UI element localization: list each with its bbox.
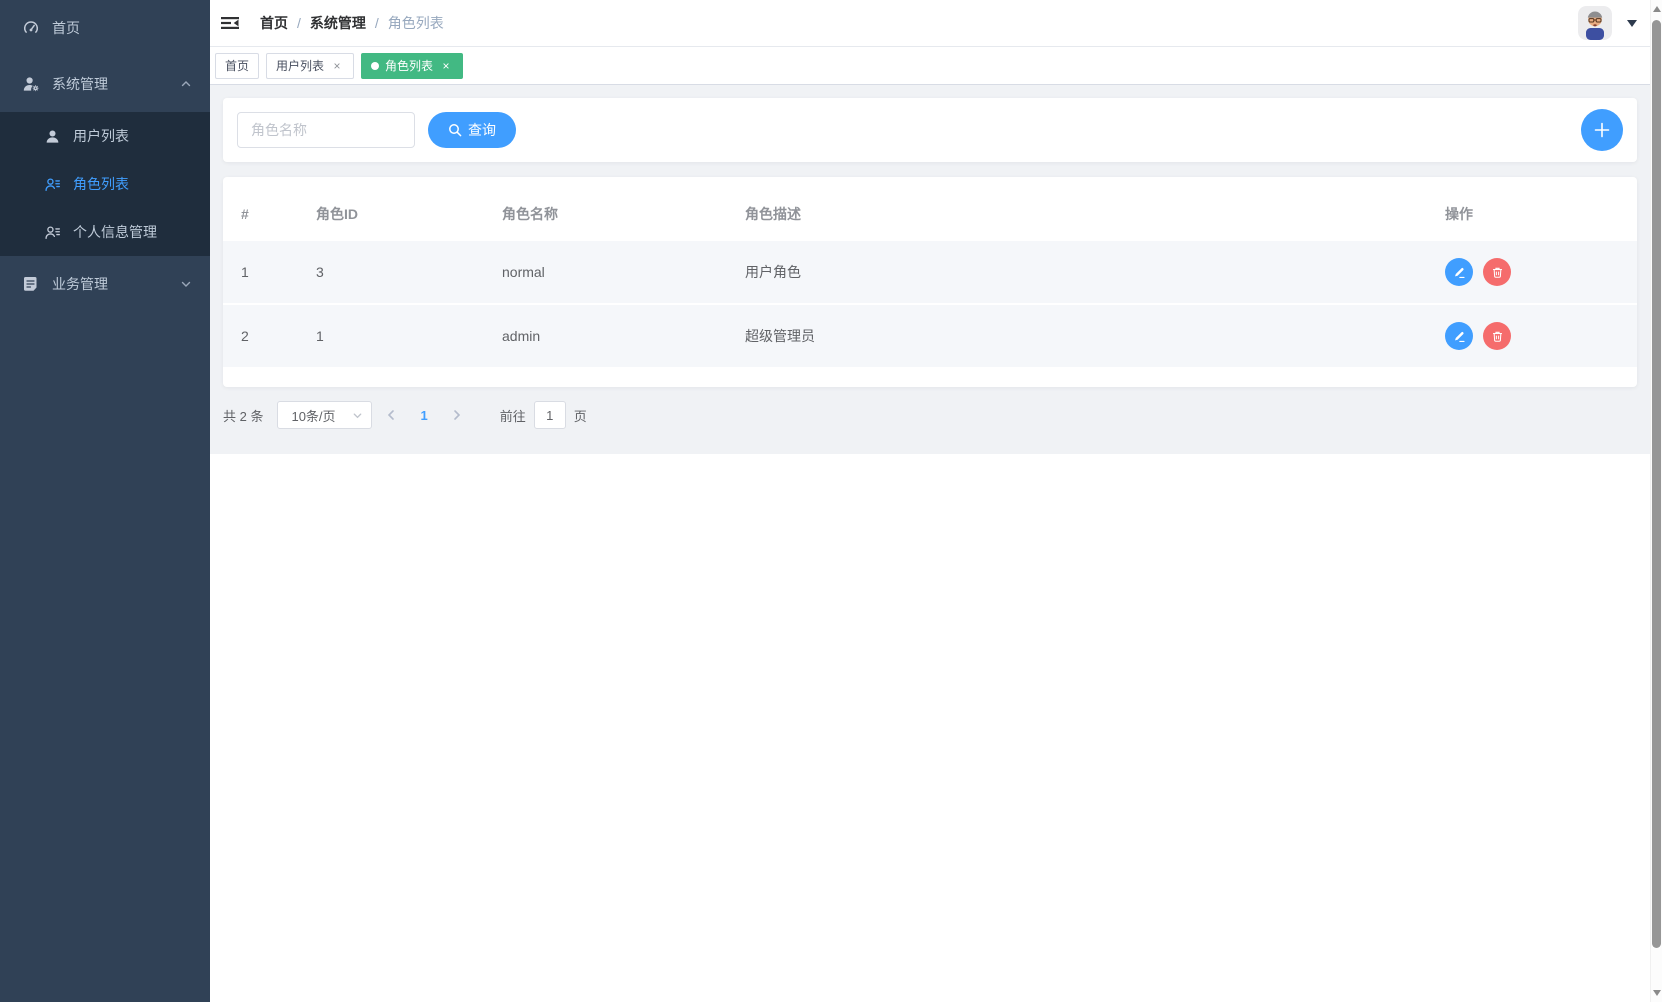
row-actions — [1445, 322, 1637, 350]
edit-icon — [1454, 267, 1465, 278]
goto-label: 前往 — [499, 408, 526, 424]
sidebar-item-label: 首页 — [52, 20, 80, 36]
header-role-name: 角色名称 — [502, 206, 558, 222]
breadcrumb-separator: / — [297, 15, 301, 31]
scrollbar-thumb[interactable] — [1652, 20, 1661, 948]
scrollbar-down-arrow[interactable] — [1653, 990, 1661, 996]
caret-down-icon[interactable] — [1627, 20, 1637, 32]
header-actions: 操作 — [1445, 206, 1473, 222]
sidebar-item-label: 业务管理 — [52, 276, 108, 292]
sidebar-item-label: 系统管理 — [52, 76, 108, 92]
active-tab-dot — [371, 61, 380, 70]
role-table: # 角色ID 角色名称 角色描述 操作 1 3 normal 用户角色 2 1 … — [223, 187, 1637, 369]
edit-button[interactable] — [1445, 258, 1473, 286]
table-header-row: # 角色ID 角色名称 角色描述 操作 — [223, 187, 1637, 241]
role-name-search-input[interactable] — [237, 112, 415, 148]
tags-bar: 首页 用户列表 × 角色列表 × — [210, 47, 1662, 85]
pagination-total: 共 2 条 — [223, 408, 264, 424]
tab-role-list[interactable]: 角色列表 × — [361, 52, 464, 79]
sidebar-item-home[interactable]: 首页 — [0, 0, 210, 56]
chevron-up-icon — [180, 78, 192, 90]
page-unit-label: 页 — [573, 408, 587, 424]
sidebar-item-role-list[interactable]: 角色列表 — [0, 160, 210, 208]
trash-icon — [1492, 331, 1502, 342]
business-icon — [22, 275, 40, 293]
scrollbar-up-arrow[interactable] — [1653, 6, 1661, 12]
pagination-goto: 前往 页 — [500, 401, 587, 429]
goto-page-input[interactable] — [533, 401, 566, 429]
sidebar-item-system-management[interactable]: 系统管理 — [0, 56, 210, 112]
table-row: 1 3 normal 用户角色 — [223, 241, 1637, 304]
cell-index: 1 — [241, 264, 249, 280]
search-icon — [448, 123, 462, 137]
sidebar-item-business-management[interactable]: 业务管理 — [0, 256, 210, 312]
cell-index: 2 — [241, 328, 249, 344]
tab-label: 用户列表 — [276, 59, 325, 73]
navbar-right — [1578, 6, 1637, 40]
roles-icon — [44, 176, 61, 193]
app-main: 查询 # 角色ID 角色名称 角色描述 — [210, 85, 1662, 454]
sidebar-item-label: 用户列表 — [73, 128, 129, 144]
cell-role-id: 1 — [316, 328, 324, 344]
page-number[interactable]: 1 — [420, 408, 427, 423]
chevron-down-icon — [352, 410, 363, 421]
hamburger-icon[interactable] — [214, 7, 246, 39]
breadcrumb-separator: / — [374, 15, 379, 31]
header-role-desc: 角色描述 — [745, 206, 801, 222]
sidebar: 首页 系统管理 用户列表 角色列表 个人信息管理 业务管理 — [0, 0, 210, 1002]
role-table-card: # 角色ID 角色名称 角色描述 操作 1 3 normal 用户角色 2 1 … — [223, 177, 1637, 387]
system-management-submenu: 用户列表 角色列表 个人信息管理 — [0, 112, 210, 256]
cell-role-desc: 用户角色 — [745, 264, 801, 280]
tab-home[interactable]: 首页 — [215, 52, 260, 79]
plus-icon — [1593, 121, 1611, 139]
edit-button[interactable] — [1445, 322, 1473, 350]
search-card: 查询 — [223, 98, 1637, 162]
breadcrumb: 首页 / 系统管理 / 角色列表 — [260, 13, 444, 33]
profile-icon — [44, 224, 61, 241]
sidebar-item-label: 个人信息管理 — [73, 224, 157, 240]
tab-label: 角色列表 — [385, 59, 434, 73]
row-actions — [1445, 258, 1637, 286]
cell-role-name: admin — [502, 328, 541, 344]
sidebar-item-label: 角色列表 — [73, 176, 129, 192]
next-page-arrow[interactable] — [452, 409, 462, 421]
user-admin-icon — [22, 75, 40, 93]
avatar[interactable] — [1578, 6, 1612, 40]
page-size-select[interactable]: 10条/页 — [277, 401, 373, 429]
tab-user-list[interactable]: 用户列表 × — [266, 52, 355, 79]
dashboard-icon — [22, 19, 40, 37]
add-role-button[interactable] — [1581, 109, 1623, 151]
breadcrumb-current: 角色列表 — [387, 15, 444, 31]
navbar: 首页 / 系统管理 / 角色列表 — [210, 0, 1662, 47]
header-index: # — [241, 206, 249, 222]
delete-button[interactable] — [1483, 258, 1511, 286]
delete-button[interactable] — [1483, 322, 1511, 350]
pagination: 共 2 条 10条/页 1 前往 页 — [223, 401, 1637, 429]
header-role-id: 角色ID — [316, 206, 358, 222]
user-icon — [44, 128, 61, 145]
chevron-down-icon — [180, 278, 192, 290]
search-button-label: 查询 — [468, 122, 496, 138]
trash-icon — [1492, 267, 1502, 278]
sidebar-item-personal-info[interactable]: 个人信息管理 — [0, 208, 210, 256]
cell-role-desc: 超级管理员 — [745, 328, 815, 344]
page-size-value: 10条/页 — [291, 408, 336, 424]
search-button[interactable]: 查询 — [428, 112, 516, 148]
tab-label: 首页 — [225, 59, 250, 73]
breadcrumb-home[interactable]: 首页 — [260, 13, 288, 33]
sidebar-item-user-list[interactable]: 用户列表 — [0, 112, 210, 160]
table-row: 2 1 admin 超级管理员 — [223, 304, 1637, 368]
cell-role-name: normal — [502, 264, 545, 280]
scrollbar — [1650, 0, 1662, 1002]
prev-page-arrow[interactable] — [386, 409, 396, 421]
breadcrumb-system-management[interactable]: 系统管理 — [310, 13, 366, 33]
close-icon[interactable]: × — [439, 59, 453, 73]
main-area: 首页 / 系统管理 / 角色列表 首页 用户列表 × 角色列表 × 角色名称 查… — [210, 0, 1662, 1002]
cell-role-id: 3 — [316, 264, 324, 280]
edit-icon — [1454, 331, 1465, 342]
close-icon[interactable]: × — [330, 59, 344, 73]
